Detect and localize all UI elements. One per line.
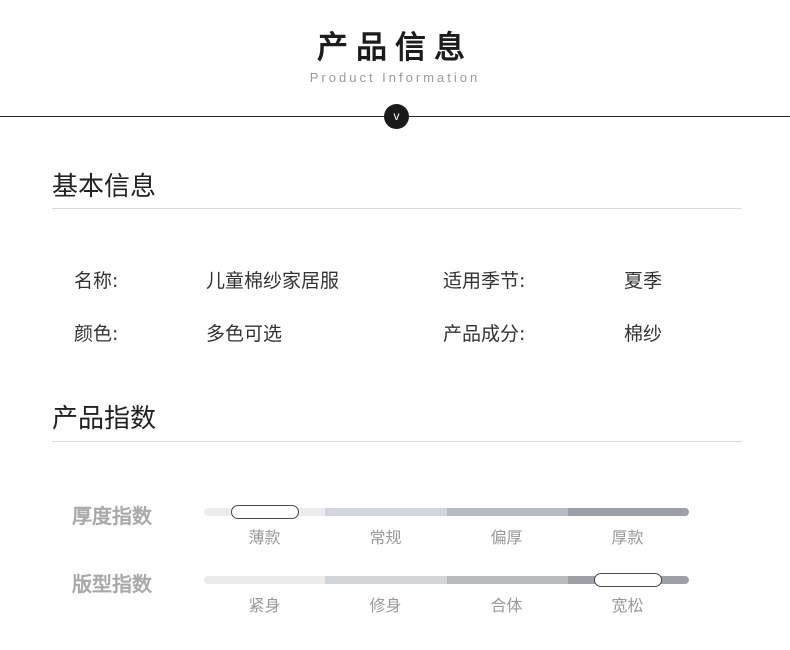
fit-index-label: 版型指数 (72, 572, 152, 596)
field-value-name: 儿童棉纱家居服 (206, 270, 340, 292)
fit-option: 紧身 (248, 596, 281, 615)
thickness-option: 厚款 (611, 528, 644, 547)
scale-segment (567, 508, 689, 516)
thickness-option: 偏厚 (490, 528, 523, 547)
fit-option: 合体 (490, 596, 523, 615)
chevron-down-icon: v (384, 104, 409, 129)
field-label-material: 产品成分: (443, 323, 526, 345)
thickness-option: 薄款 (248, 528, 281, 547)
page-subtitle: Product Information (309, 70, 481, 85)
field-value-material: 棉纱 (624, 323, 663, 345)
section-title-basic-info: 基本信息 (52, 172, 157, 202)
page-title: 产品信息 (317, 30, 473, 66)
thickness-option: 常规 (369, 528, 402, 547)
scale-segment (325, 576, 447, 584)
field-value-season: 夏季 (624, 270, 663, 292)
scale-segment (325, 508, 447, 516)
thickness-index-label: 厚度指数 (72, 504, 152, 528)
thickness-index-marker (231, 505, 299, 519)
section-divider (52, 441, 742, 442)
section-title-product-index: 产品指数 (52, 404, 157, 434)
scale-segment (446, 576, 568, 584)
scale-segment (204, 576, 326, 584)
field-label-season: 适用季节: (443, 270, 526, 292)
fit-index-marker (594, 573, 662, 587)
fit-option: 宽松 (611, 596, 644, 615)
fit-option: 修身 (369, 596, 402, 615)
field-label-name: 名称: (74, 270, 119, 292)
scale-segment (446, 508, 568, 516)
section-divider (52, 208, 742, 209)
field-value-color: 多色可选 (206, 323, 283, 345)
field-label-color: 颜色: (74, 323, 119, 345)
